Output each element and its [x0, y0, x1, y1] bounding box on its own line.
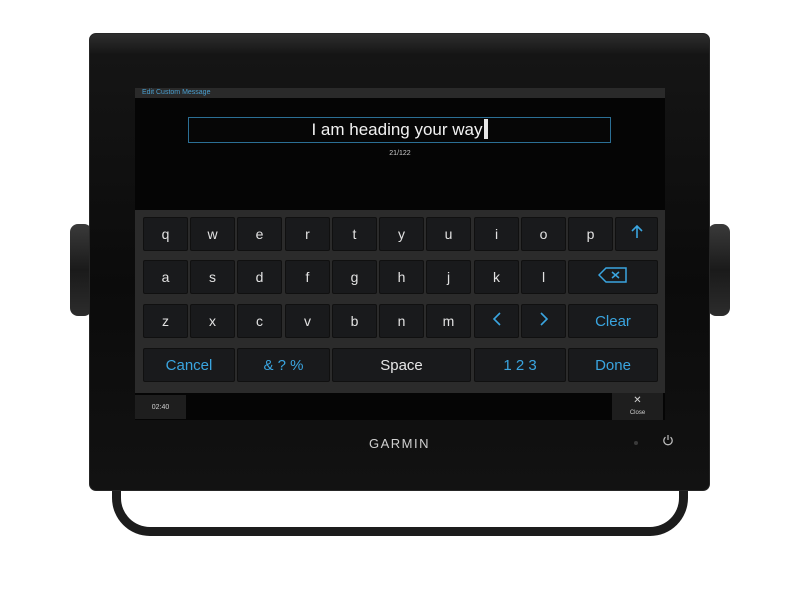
header-bar: Edit Custom Message — [135, 88, 665, 98]
text-cursor — [483, 119, 488, 139]
cursor-left-key[interactable] — [474, 304, 519, 338]
key-w[interactable]: w — [190, 217, 235, 251]
right-side-knob — [708, 224, 730, 316]
key-p[interactable]: p — [568, 217, 613, 251]
backspace-key[interactable] — [568, 260, 658, 294]
key-c[interactable]: c — [237, 304, 282, 338]
key-y[interactable]: y — [379, 217, 424, 251]
key-r[interactable]: r — [285, 217, 330, 251]
page-title: Edit Custom Message — [142, 89, 211, 96]
close-button[interactable]: ✕ Close — [612, 393, 663, 420]
clear-button[interactable]: Clear — [568, 304, 658, 338]
key-u[interactable]: u — [426, 217, 471, 251]
key-d[interactable]: d — [237, 260, 282, 294]
key-z[interactable]: z — [143, 304, 188, 338]
message-text: I am heading your way — [311, 120, 483, 139]
time-display[interactable]: 02:40 — [135, 395, 186, 419]
cursor-right-key[interactable] — [521, 304, 566, 338]
key-a[interactable]: a — [143, 260, 188, 294]
symbols-button[interactable]: & ? % — [237, 348, 330, 382]
cancel-button[interactable]: Cancel — [143, 348, 235, 382]
key-e[interactable]: e — [237, 217, 282, 251]
key-f[interactable]: f — [285, 260, 330, 294]
status-led — [634, 441, 638, 445]
chevron-left-icon — [492, 312, 502, 330]
key-x[interactable]: x — [190, 304, 235, 338]
key-n[interactable]: n — [379, 304, 424, 338]
done-button[interactable]: Done — [568, 348, 658, 382]
key-l[interactable]: l — [521, 260, 566, 294]
space-key[interactable]: Space — [332, 348, 471, 382]
close-icon: ✕ — [633, 395, 642, 406]
brand-logo: GARMIN — [369, 436, 430, 451]
shift-key[interactable] — [615, 217, 658, 251]
key-j[interactable]: j — [426, 260, 471, 294]
key-k[interactable]: k — [474, 260, 519, 294]
key-t[interactable]: t — [332, 217, 377, 251]
message-input[interactable]: I am heading your way — [188, 117, 611, 143]
power-button[interactable] — [660, 434, 676, 450]
key-o[interactable]: o — [521, 217, 566, 251]
display-screen: Edit Custom Message I am heading your wa… — [135, 88, 665, 420]
key-m[interactable]: m — [426, 304, 471, 338]
numbers-button[interactable]: 1 2 3 — [474, 348, 566, 382]
chevron-right-icon — [539, 312, 549, 330]
key-h[interactable]: h — [379, 260, 424, 294]
backspace-icon — [597, 267, 628, 287]
bezel-top-edge — [90, 34, 709, 54]
key-b[interactable]: b — [332, 304, 377, 338]
arrow-up-icon — [630, 224, 643, 243]
key-i[interactable]: i — [474, 217, 519, 251]
character-count: 21/122 — [389, 150, 411, 157]
key-g[interactable]: g — [332, 260, 377, 294]
key-v[interactable]: v — [285, 304, 330, 338]
power-icon — [662, 433, 674, 451]
key-q[interactable]: q — [143, 217, 188, 251]
key-s[interactable]: s — [190, 260, 235, 294]
on-screen-keyboard: q w e r t y u i o p a s d f g h j k l z … — [135, 210, 665, 393]
